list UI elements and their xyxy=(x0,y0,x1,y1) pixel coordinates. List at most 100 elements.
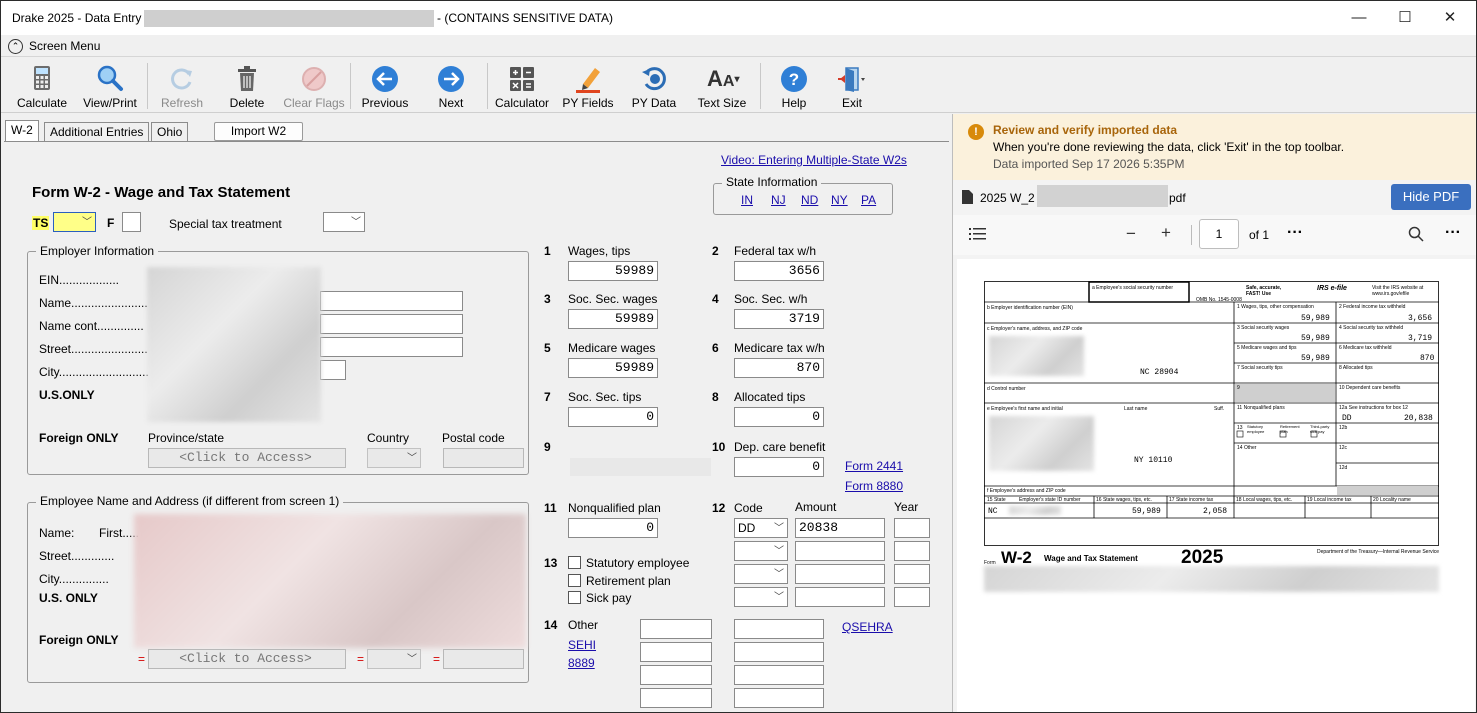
allocated-tips-field[interactable]: 0 xyxy=(734,407,824,427)
employer-postal-field[interactable] xyxy=(443,448,524,468)
py-fields-button[interactable]: PY Fields xyxy=(557,60,619,112)
box-14-desc-field-3[interactable] xyxy=(640,665,712,685)
employee-country-select[interactable]: ﹀ xyxy=(367,649,421,669)
zoom-out-button[interactable]: − xyxy=(1126,224,1136,244)
box-12-year-field-4[interactable] xyxy=(894,587,930,607)
ss-tips-field[interactable]: 0 xyxy=(568,407,658,427)
employee-us-only-label: U.S. ONLY xyxy=(39,591,98,605)
magnifier-icon xyxy=(97,65,123,91)
employer-city-field[interactable] xyxy=(320,360,346,380)
form-8880-link[interactable]: Form 8880 xyxy=(845,479,903,493)
video-link[interactable]: Video: Entering Multiple-State W2s xyxy=(721,153,907,167)
box-4-num: 4 xyxy=(712,292,719,306)
hide-pdf-button[interactable]: Hide PDF xyxy=(1391,184,1471,210)
employer-name-field[interactable] xyxy=(320,291,463,311)
box-12-year-field-1[interactable] xyxy=(894,518,930,538)
medicare-wages-field[interactable]: 59989 xyxy=(568,358,658,378)
py-fields-label: PY Fields xyxy=(562,96,614,110)
box-14-desc-field-4[interactable] xyxy=(640,688,712,708)
nonqualified-plan-field[interactable]: 0 xyxy=(568,518,658,538)
employer-street-field[interactable] xyxy=(320,337,463,357)
calculator-button[interactable]: Calculator xyxy=(491,60,553,112)
box-12-code-select-3[interactable]: ﹀ xyxy=(734,564,788,584)
exit-button[interactable]: Exit xyxy=(825,60,879,112)
dep-care-field[interactable]: 0 xyxy=(734,457,824,477)
box-14-desc-field-2[interactable] xyxy=(640,642,712,662)
box-10-label: Dep. care benefit xyxy=(734,440,826,454)
calculate-button[interactable]: Calculate xyxy=(9,60,75,112)
minimize-button[interactable]: — xyxy=(1337,7,1381,29)
maximize-button[interactable]: ☐ xyxy=(1383,7,1427,29)
help-button[interactable]: ? Help xyxy=(765,60,823,112)
box-12-code-select-1[interactable]: DD ﹀ xyxy=(734,518,788,538)
box-12-year-label: Year xyxy=(894,500,919,514)
next-button[interactable]: Next xyxy=(421,60,481,112)
box-12-amount-field-1[interactable]: 20838 xyxy=(795,518,885,538)
state-link-ny[interactable]: NY xyxy=(831,193,848,207)
sehi-link[interactable]: SEHI xyxy=(568,638,596,652)
box-12-amount-field-2[interactable] xyxy=(795,541,885,561)
federal-tax-field[interactable]: 3656 xyxy=(734,261,824,281)
form-2441-link[interactable]: Form 2441 xyxy=(845,459,903,473)
box-12-code-select-4[interactable]: ﹀ xyxy=(734,587,788,607)
sick-pay-checkbox[interactable] xyxy=(568,591,581,604)
box-14-amount-field-4[interactable] xyxy=(734,688,824,708)
form-8889-link[interactable]: 8889 xyxy=(568,656,595,670)
employer-country-select[interactable]: ﹀ xyxy=(367,448,421,468)
calculator-label: Calculator xyxy=(494,96,550,110)
box-14-desc-field-1[interactable] xyxy=(640,619,712,639)
ss-wages-field[interactable]: 59989 xyxy=(568,309,658,329)
py-data-button[interactable]: PY Data xyxy=(623,60,685,112)
box-12-amount-field-3[interactable] xyxy=(795,564,885,584)
medicare-tax-field[interactable]: 870 xyxy=(734,358,824,378)
ss-withheld-field[interactable]: 3719 xyxy=(734,309,824,329)
ts-select[interactable]: ﹀ xyxy=(53,212,96,232)
pdf-review-pane: ! Review and verify imported data When y… xyxy=(952,114,1476,712)
viewer-menu-button[interactable]: ··· xyxy=(1445,224,1461,242)
employee-postal-field[interactable] xyxy=(443,649,524,669)
contents-list-icon[interactable] xyxy=(969,228,986,240)
f-label: F xyxy=(107,216,115,230)
special-tax-select[interactable]: ﹀ xyxy=(323,212,365,232)
previous-button[interactable]: Previous xyxy=(354,60,416,112)
zoom-in-button[interactable]: + xyxy=(1161,223,1171,243)
qsehra-link[interactable]: QSEHRA xyxy=(842,620,893,634)
close-button[interactable]: ✕ xyxy=(1428,7,1472,29)
screen-menu-label[interactable]: Screen Menu xyxy=(29,39,100,53)
statutory-employee-checkbox[interactable] xyxy=(568,556,581,569)
employee-province-field[interactable]: <Click to Access> xyxy=(148,649,346,669)
f-field[interactable] xyxy=(122,212,141,232)
box-12-amount-field-4[interactable] xyxy=(795,587,885,607)
text-size-button[interactable]: AA▾ Text Size xyxy=(691,60,753,112)
box-14-amount-field-2[interactable] xyxy=(734,642,824,662)
employer-province-field[interactable]: <Click to Access> xyxy=(148,448,346,468)
collapse-up-icon[interactable]: ⌃ xyxy=(8,39,23,54)
tab-ohio[interactable]: Ohio xyxy=(151,122,189,142)
box-12-year-field-3[interactable] xyxy=(894,564,930,584)
state-link-in[interactable]: IN xyxy=(741,193,753,207)
box-14-amount-field-3[interactable] xyxy=(734,665,824,685)
tab-additional-entries[interactable]: Additional Entries xyxy=(44,122,150,142)
w2-box12b-label: 12b xyxy=(1339,425,1348,431)
view-print-button[interactable]: View/Print xyxy=(77,60,143,112)
delete-button[interactable]: Delete xyxy=(215,60,279,112)
employer-name-label: Name....................... xyxy=(39,296,148,310)
state-link-pa[interactable]: PA xyxy=(861,193,876,207)
retirement-plan-checkbox[interactable] xyxy=(568,574,581,587)
box-12-code-select-2[interactable]: ﹀ xyxy=(734,541,788,561)
box-12-year-field-2[interactable] xyxy=(894,541,930,561)
state-link-nj[interactable]: NJ xyxy=(771,193,786,207)
search-icon[interactable] xyxy=(1408,226,1424,242)
employer-name-cont-field[interactable] xyxy=(320,314,463,334)
tab-w2[interactable]: W-2 xyxy=(5,120,39,142)
refresh-button[interactable]: Refresh xyxy=(151,60,213,112)
clear-flags-button[interactable]: Clear Flags xyxy=(281,60,347,112)
box-14-amount-field-1[interactable] xyxy=(734,619,824,639)
more-options-button[interactable]: ··· xyxy=(1287,224,1303,242)
page-number-input[interactable]: 1 xyxy=(1199,219,1239,249)
wages-field[interactable]: 59989 xyxy=(568,261,658,281)
w2-box13-label: 13 xyxy=(1237,425,1243,431)
state-link-nd[interactable]: ND xyxy=(801,193,818,207)
import-w2-button[interactable]: Import W2 xyxy=(214,122,303,141)
w2-box17-value: 2,058 xyxy=(1203,507,1228,516)
